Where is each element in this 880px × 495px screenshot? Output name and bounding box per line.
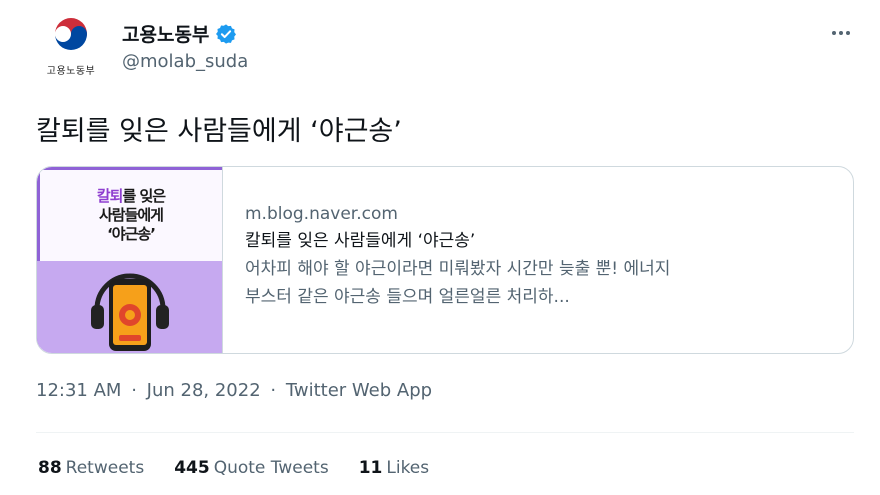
- author-avatar[interactable]: 고용노동부: [38, 14, 104, 84]
- quote-tweets-count: 445: [174, 458, 210, 478]
- meta-separator: ·: [131, 380, 137, 401]
- tweet-meta: 12:31 AM · Jun 28, 2022 · Twitter Web Ap…: [36, 380, 432, 401]
- retweets-count: 88: [38, 458, 62, 478]
- meta-separator: ·: [270, 380, 277, 401]
- author-display-name[interactable]: 고용노동부: [122, 20, 209, 47]
- author-handle[interactable]: @molab_suda: [122, 51, 248, 72]
- tweet-source[interactable]: Twitter Web App: [286, 380, 432, 401]
- tweet-date[interactable]: Jun 28, 2022: [147, 380, 261, 401]
- thumbnail-title-line3: ‘야근송’: [107, 225, 156, 243]
- thumbnail-title-line1: 를 잊은: [122, 187, 166, 205]
- likes-count: 11: [358, 458, 383, 478]
- logo-caption: 고용노동부: [46, 66, 96, 77]
- thumbnail-title-highlight: 칼퇴: [96, 187, 124, 205]
- card-title: 칼퇴를 잊은 사람들에게 ‘야근송’: [245, 231, 476, 251]
- more-options-icon[interactable]: [828, 22, 854, 44]
- card-description-line1: 어차피 해야 할 야근이라면 미뤄봤자 시간만 늦출 뿐! 에너지: [245, 259, 671, 279]
- engagement-stats: 88 Retweets 445 Quote Tweets 11 Likes: [38, 458, 459, 478]
- quote-tweets-label: Quote Tweets: [213, 458, 329, 478]
- card-body: m.blog.naver.com 칼퇴를 잊은 사람들에게 ‘야근송’ 어차피 …: [223, 167, 853, 353]
- phone-headphones-icon: [91, 273, 169, 351]
- likes-stat[interactable]: 11 Likes: [359, 458, 429, 478]
- retweets-stat[interactable]: 88 Retweets: [38, 458, 144, 478]
- author-name-row: 고용노동부: [122, 20, 237, 47]
- taegeuk-logo-icon: [55, 18, 87, 50]
- thumbnail-title-line2: 사람들에게: [98, 206, 164, 224]
- thumbnail-illustration: [37, 261, 222, 353]
- thumbnail-title: 칼퇴를 잊은 사람들에게 ‘야근송’: [40, 170, 222, 261]
- quote-tweets-stat[interactable]: 445 Quote Tweets: [174, 458, 329, 478]
- divider: [36, 432, 854, 433]
- card-description: 어차피 해야 할 야근이라면 미뤄봤자 시간만 늦출 뿐! 에너지 부스터 같은…: [245, 255, 853, 311]
- card-description-line2: 부스터 같은 야근송 들으며 얼른얼른 처리하...: [245, 287, 570, 307]
- link-preview-card[interactable]: 칼퇴를 잊은 사람들에게 ‘야근송’ m.blog.naver.com 칼퇴를 …: [36, 166, 854, 354]
- card-domain: m.blog.naver.com: [245, 204, 398, 224]
- card-thumbnail: 칼퇴를 잊은 사람들에게 ‘야근송’: [37, 167, 223, 353]
- tweet-time[interactable]: 12:31 AM: [36, 380, 121, 401]
- retweets-label: Retweets: [65, 458, 145, 478]
- tweet-text: 칼퇴를 잊은 사람들에게 ‘야근송’: [36, 116, 402, 147]
- likes-label: Likes: [386, 458, 430, 478]
- tweet-detail: 고용노동부 고용노동부 @molab_suda 칼퇴를 잊은 사람들에게 ‘야근…: [0, 0, 880, 495]
- verified-badge-icon: [216, 23, 237, 44]
